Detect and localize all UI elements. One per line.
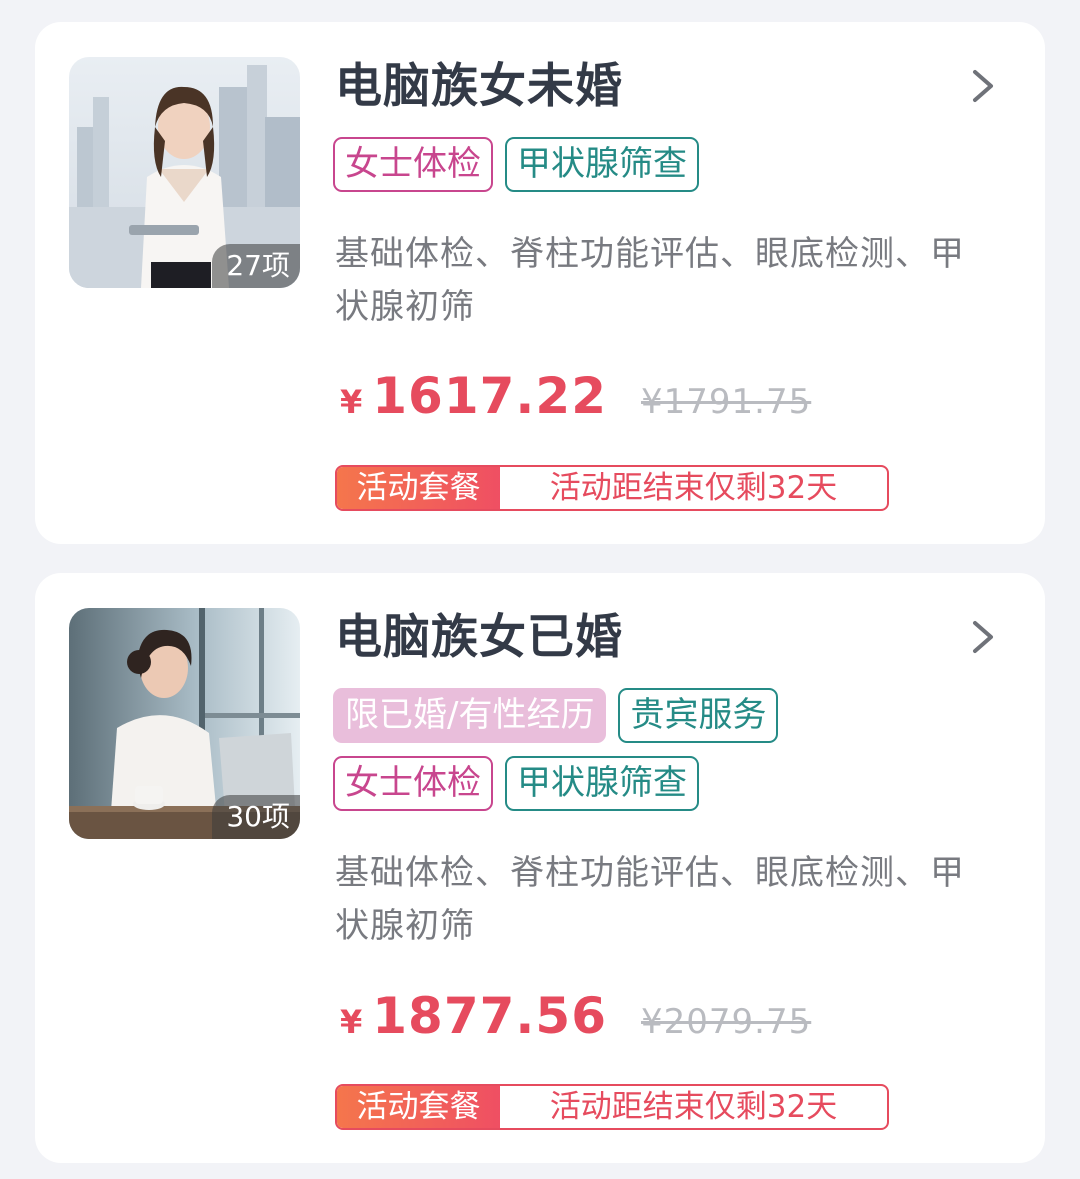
promo-countdown: 活动距结束仅剩32天 bbox=[549, 1089, 838, 1125]
tag-womens-checkup: 女士体检 bbox=[333, 137, 493, 192]
price-row: ¥ 1617.22 ¥1791.75 bbox=[340, 367, 811, 437]
tag-row: 女士体检 甲状腺筛查 bbox=[333, 137, 699, 192]
tag-row: 限已婚/有性经历 贵宾服务 bbox=[333, 688, 779, 743]
tag-married-only: 限已婚/有性经历 bbox=[333, 688, 607, 743]
tag-thyroid-screening: 甲状腺筛查 bbox=[505, 756, 699, 811]
promo-banner: 活动套餐 活动距结束仅剩32天 bbox=[335, 465, 889, 511]
chevron-right-icon[interactable] bbox=[965, 615, 1001, 659]
package-thumbnail: 27项 bbox=[69, 57, 300, 288]
package-thumbnail: 30项 bbox=[69, 608, 300, 839]
currency-symbol: ¥ bbox=[340, 1003, 363, 1041]
tag-row: 女士体检 甲状腺筛查 bbox=[333, 756, 699, 811]
package-title: 电脑族女未婚 bbox=[335, 59, 623, 114]
promo-label: 活动套餐 bbox=[337, 467, 500, 509]
sale-price: 1877.56 bbox=[372, 987, 607, 1045]
package-card[interactable]: 27项 电脑族女未婚 女士体检 甲状腺筛查 基础体检、脊柱功能评估、眼底检测、甲… bbox=[35, 22, 1045, 544]
sale-price: 1617.22 bbox=[372, 367, 607, 425]
package-card[interactable]: 30项 电脑族女已婚 限已婚/有性经历 贵宾服务 女士体检 甲状腺筛查 基础体检… bbox=[35, 573, 1045, 1163]
promo-banner: 活动套餐 活动距结束仅剩32天 bbox=[335, 1084, 889, 1130]
original-price: ¥1791.75 bbox=[641, 382, 812, 422]
package-title: 电脑族女已婚 bbox=[335, 610, 623, 665]
item-count-badge: 30项 bbox=[212, 795, 300, 839]
original-price: ¥2079.75 bbox=[641, 1002, 812, 1042]
item-count-badge: 27项 bbox=[212, 244, 300, 288]
tag-thyroid-screening: 甲状腺筛查 bbox=[505, 137, 699, 192]
currency-symbol: ¥ bbox=[340, 383, 363, 421]
chevron-right-icon[interactable] bbox=[965, 64, 1001, 108]
tag-womens-checkup: 女士体检 bbox=[333, 756, 493, 811]
promo-countdown: 活动距结束仅剩32天 bbox=[549, 470, 838, 506]
promo-label: 活动套餐 bbox=[337, 1086, 500, 1128]
tag-vip-service: 贵宾服务 bbox=[618, 688, 779, 743]
price-row: ¥ 1877.56 ¥2079.75 bbox=[340, 987, 811, 1057]
package-description: 基础体检、脊柱功能评估、眼底检测、甲状腺初筛 bbox=[335, 234, 965, 327]
package-description: 基础体检、脊柱功能评估、眼底检测、甲状腺初筛 bbox=[335, 853, 965, 946]
